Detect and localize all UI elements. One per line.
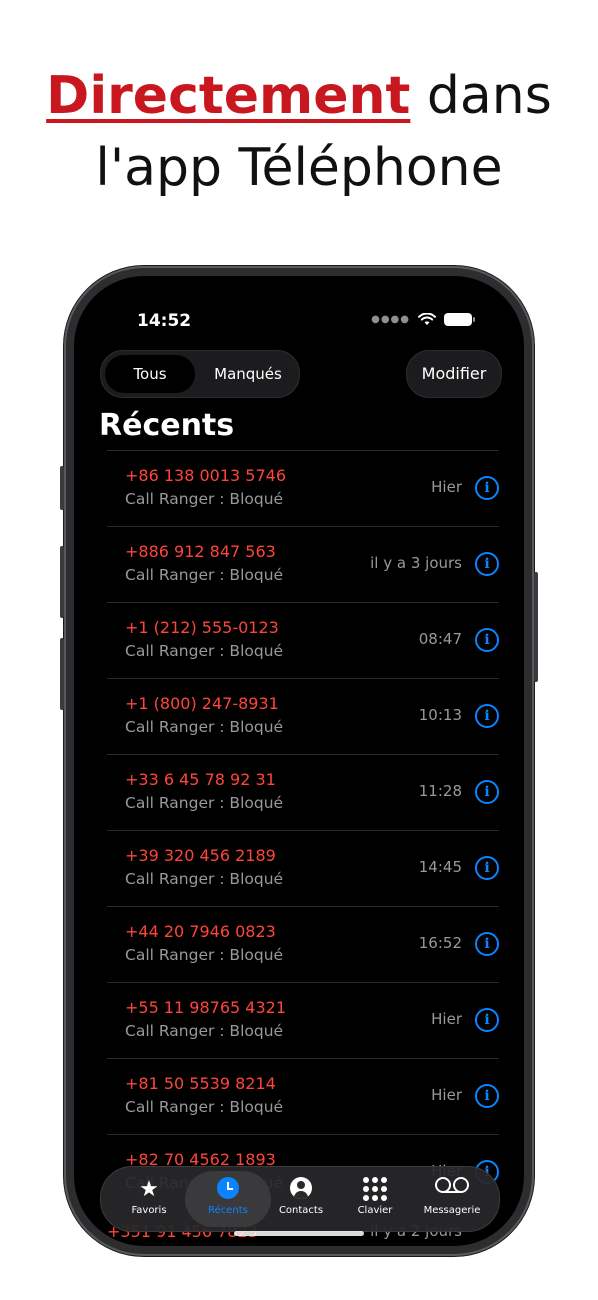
segment-missed-button[interactable]: Manqués xyxy=(201,355,295,393)
wifi-icon xyxy=(418,313,436,325)
volume-down-button xyxy=(60,638,64,710)
tab-voicemail-label: Messagerie xyxy=(423,1205,481,1216)
headline-line1-rest: dans xyxy=(410,66,552,126)
tab-favorites-label: Favoris xyxy=(131,1205,167,1216)
battery-icon xyxy=(444,313,475,326)
call-row[interactable]: +33 6 45 78 92 31 Call Ranger : Bloqué 11:… xyxy=(107,754,499,830)
filter-segmented-control: Tous Manqués xyxy=(100,350,300,398)
tab-contacts-label: Contacts xyxy=(278,1205,324,1216)
call-time: il y a 3 jours xyxy=(370,554,462,572)
info-icon[interactable]: i xyxy=(475,552,499,576)
info-icon[interactable]: i xyxy=(475,780,499,804)
segment-all-button[interactable]: Tous xyxy=(105,355,195,393)
call-status: Call Ranger : Bloqué xyxy=(125,718,284,736)
status-time: 14:52 xyxy=(137,311,192,331)
star-icon: ★ xyxy=(139,1177,159,1202)
call-number: +81 50 5539 8214 xyxy=(125,1074,276,1093)
call-status: Call Ranger : Bloqué xyxy=(125,566,284,584)
call-status: Call Ranger : Bloqué xyxy=(125,794,284,812)
call-number: +55 11 98765 4321 xyxy=(125,998,286,1017)
call-row[interactable]: +886 912 847 563 Call Ranger : Bloqué il y… xyxy=(107,526,499,602)
call-status: Call Ranger : Bloqué xyxy=(125,1098,284,1116)
call-number: +1 (212) 555-0123 xyxy=(125,618,279,637)
call-number: +33 6 45 78 92 31 xyxy=(125,770,276,789)
call-row[interactable]: +81 50 5539 8214 Call Ranger : Bloqué Hier… xyxy=(107,1058,499,1134)
call-row[interactable]: +55 11 98765 4321 Call Ranger : Bloqué Hie… xyxy=(107,982,499,1058)
tab-favorites[interactable]: ★ Favoris xyxy=(111,1167,187,1231)
call-row[interactable]: +1 (212) 555-0123 Call Ranger : Bloqué 08:… xyxy=(107,602,499,678)
tab-bar: ★ Favoris Récents Contacts Clavier Messa… xyxy=(100,1166,500,1232)
call-time: 16:52 xyxy=(418,934,462,952)
call-row[interactable]: +1 (800) 247-8931 Call Ranger : Bloqué 10:… xyxy=(107,678,499,754)
call-time: 14:45 xyxy=(418,858,462,876)
info-icon[interactable]: i xyxy=(475,628,499,652)
person-icon xyxy=(290,1177,312,1199)
clock-icon xyxy=(217,1177,239,1199)
call-number: +1 (800) 247-8931 xyxy=(125,694,279,713)
info-icon[interactable]: i xyxy=(475,932,499,956)
tab-recents-label: Récents xyxy=(208,1205,248,1216)
tab-recents[interactable]: Récents xyxy=(185,1171,271,1227)
call-number: +886 912 847 563 xyxy=(125,542,276,561)
marketing-headline: Directement dans l'app Téléphone xyxy=(0,60,598,204)
page-title: Récents xyxy=(99,408,235,443)
call-number: +86 138 0013 5746 xyxy=(125,466,286,485)
info-icon[interactable]: i xyxy=(475,856,499,880)
recents-list: +86 138 0013 5746 Call Ranger : Bloqué Hie… xyxy=(107,450,499,1210)
tab-keypad-label: Clavier xyxy=(357,1205,393,1216)
info-icon[interactable]: i xyxy=(475,476,499,500)
call-status: Call Ranger : Bloqué xyxy=(125,490,284,508)
edit-button[interactable]: Modifier xyxy=(406,350,502,398)
keypad-icon xyxy=(363,1177,387,1201)
call-time: 11:28 xyxy=(418,782,462,800)
action-button xyxy=(60,466,64,510)
call-status: Call Ranger : Bloqué xyxy=(125,1022,284,1040)
headline-line2: l'app Téléphone xyxy=(95,138,503,198)
call-time: Hier xyxy=(431,1086,462,1104)
call-status: Call Ranger : Bloqué xyxy=(125,946,284,964)
call-number: +44 20 7946 0823 xyxy=(125,922,276,941)
volume-up-button xyxy=(60,546,64,618)
signal-icon: ●●●● xyxy=(371,314,410,325)
power-button xyxy=(534,572,538,682)
call-row[interactable]: +39 320 456 2189 Call Ranger : Bloqué 14:4… xyxy=(107,830,499,906)
call-number: +39 320 456 2189 xyxy=(125,846,276,865)
call-row[interactable]: +86 138 0013 5746 Call Ranger : Bloqué Hie… xyxy=(107,450,499,526)
tab-contacts[interactable]: Contacts xyxy=(263,1167,339,1231)
call-status: Call Ranger : Bloqué xyxy=(125,870,284,888)
call-time: 10:13 xyxy=(418,706,462,724)
call-time: 08:47 xyxy=(418,630,462,648)
call-row[interactable]: +44 20 7946 0823 Call Ranger : Bloqué 16:5… xyxy=(107,906,499,982)
phone-frame: 14:52 ●●●● Tous Manqués Modifier Récents… xyxy=(60,266,538,1256)
info-icon[interactable]: i xyxy=(475,1008,499,1032)
tab-keypad[interactable]: Clavier xyxy=(337,1167,413,1231)
phone-screen: 14:52 ●●●● Tous Manqués Modifier Récents… xyxy=(74,276,524,1246)
voicemail-icon xyxy=(435,1177,469,1193)
call-time: Hier xyxy=(431,1010,462,1028)
home-indicator xyxy=(234,1231,364,1236)
call-status: Call Ranger : Bloqué xyxy=(125,642,284,660)
info-icon[interactable]: i xyxy=(475,704,499,728)
status-icons: ●●●● xyxy=(371,313,475,326)
info-icon[interactable]: i xyxy=(475,1084,499,1108)
tab-voicemail[interactable]: Messagerie xyxy=(411,1167,493,1231)
headline-highlight: Directement xyxy=(46,66,411,126)
call-time: Hier xyxy=(431,478,462,496)
